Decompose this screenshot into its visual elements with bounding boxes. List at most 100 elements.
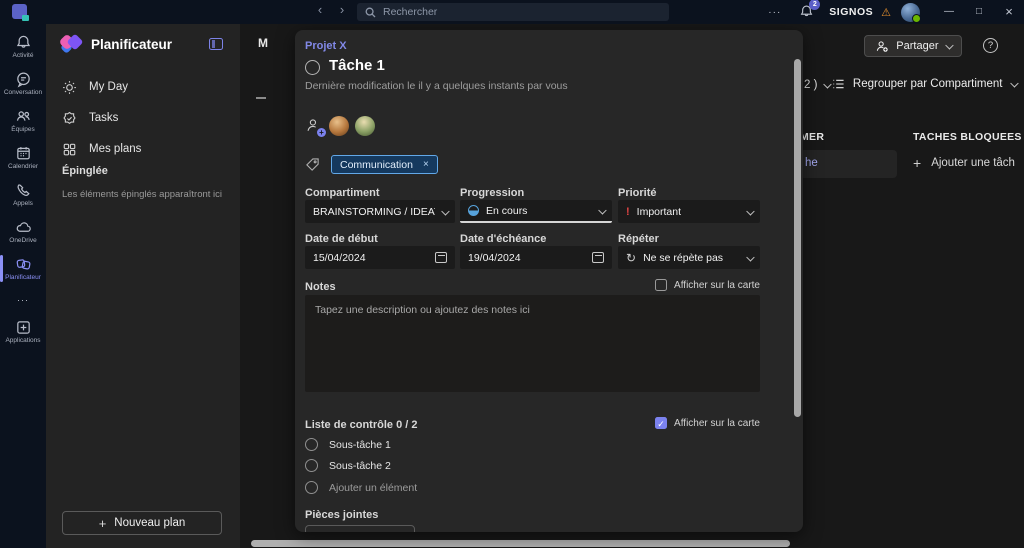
chevron-down-icon — [945, 41, 953, 49]
rail-item-chat[interactable]: Conversation — [0, 65, 46, 102]
plus-icon: + — [913, 155, 921, 171]
repeat-label: Répéter — [618, 233, 760, 245]
progress-in-progress-icon — [468, 205, 479, 216]
teams-window: ‹ › Rechercher ··· 2 SIGNOS ⚠ — □ × Acti… — [0, 0, 1024, 548]
phone-icon — [15, 182, 32, 199]
checkbox-unchecked-icon[interactable] — [655, 279, 667, 291]
due-date-input[interactable]: 19/04/2024 — [460, 246, 612, 269]
add-task-button[interactable]: + Ajouter une tâch — [913, 155, 1015, 171]
checklist-item[interactable]: Sous-tâche 1 — [305, 438, 391, 451]
share-person-icon — [875, 40, 889, 53]
person-icon — [305, 117, 322, 134]
remove-tag-icon[interactable]: × — [423, 159, 429, 170]
rail-item-teams[interactable]: Équipes — [0, 102, 46, 139]
new-plan-button[interactable]: + Nouveau plan — [62, 511, 222, 535]
rail-item-calendar[interactable]: Calendrier — [0, 139, 46, 176]
sun-icon — [62, 80, 77, 95]
chevron-down-icon — [598, 206, 606, 214]
maximize-button[interactable]: □ — [964, 0, 994, 24]
sidebar-item-my-day[interactable]: My Day — [46, 74, 240, 100]
radio-unchecked-icon[interactable] — [305, 459, 318, 472]
warning-icon[interactable]: ⚠ — [881, 6, 891, 19]
checklist-add-item[interactable]: Ajouter un élément — [305, 481, 417, 494]
calendar-icon — [15, 145, 32, 162]
close-button[interactable]: × — [994, 0, 1024, 24]
task-detail-dialog: Projet X Tâche 1 Dernière modification l… — [295, 30, 803, 532]
planner-icon — [15, 256, 32, 273]
assignee-avatar[interactable] — [329, 116, 349, 136]
rail-item-apps[interactable]: Applications — [0, 313, 46, 350]
assignee-avatar[interactable] — [355, 116, 375, 136]
rail-more-apps[interactable]: ··· — [0, 287, 46, 313]
horizontal-scrollbar[interactable] — [251, 540, 790, 547]
pinned-empty-text: Les éléments épinglés apparaîtront ici — [62, 189, 222, 200]
task-check-icon — [62, 111, 77, 126]
cloud-icon — [15, 219, 32, 236]
notifications-icon[interactable]: 2 — [799, 4, 815, 20]
help-icon[interactable]: ? — [983, 38, 998, 53]
chevron-down-icon — [746, 207, 754, 215]
user-avatar[interactable] — [901, 3, 920, 22]
progress-select[interactable]: En cours — [460, 200, 612, 223]
plan-link[interactable]: Projet X — [305, 40, 347, 52]
add-attachment-button[interactable] — [305, 525, 415, 532]
start-date-input[interactable]: 15/04/2024 — [305, 246, 455, 269]
repeat-select[interactable]: ↻ Ne se répète pas — [618, 246, 760, 269]
rail-item-activity[interactable]: Activité — [0, 28, 46, 65]
assign-person-button[interactable] — [305, 117, 323, 135]
rail-item-planner[interactable]: Planificateur — [0, 250, 46, 287]
board-title-fragment: M — [258, 36, 268, 50]
calendar-icon — [435, 252, 447, 263]
chevron-down-icon — [824, 80, 832, 88]
priority-select[interactable]: ! Important — [618, 200, 760, 223]
checkbox-checked-icon[interactable]: ✓ — [655, 417, 667, 429]
notes-show-on-card-checkbox[interactable]: Afficher sur la carte — [655, 279, 760, 291]
repeat-icon: ↻ — [626, 252, 636, 264]
start-date-label: Date de début — [305, 233, 455, 245]
share-button[interactable]: Partager — [864, 35, 962, 57]
bucket-label: Compartiment — [305, 187, 455, 199]
notes-textarea[interactable]: Tapez une description ou ajoutez des not… — [305, 295, 760, 392]
bucket-select[interactable]: BRAINSTORMING / IDEATI... — [305, 200, 455, 223]
add-task-field-fragment[interactable]: he — [800, 150, 897, 178]
chat-icon — [15, 71, 32, 88]
label-tag-communication[interactable]: Communication × — [331, 155, 438, 174]
more-options-icon[interactable]: ··· — [768, 7, 781, 18]
planner-sidebar: Planificateur My Day Tasks Mes plans Épi… — [46, 24, 240, 548]
collapse-pane-icon[interactable] — [209, 38, 223, 50]
radio-unchecked-icon[interactable] — [305, 438, 318, 451]
radio-unchecked-icon — [305, 481, 318, 494]
column-header-blocked-tasks: TACHES BLOQUEES — [913, 131, 1022, 143]
rail-item-calls[interactable]: Appels — [0, 176, 46, 213]
minimize-button[interactable]: — — [934, 0, 964, 24]
task-complete-circle[interactable] — [305, 60, 320, 75]
search-input[interactable]: Rechercher — [357, 3, 669, 21]
priority-important-icon: ! — [626, 206, 630, 218]
tag-icon — [305, 157, 320, 172]
last-modified-text: Dernière modification le il y a quelques… — [305, 80, 568, 92]
forward-button[interactable]: › — [334, 2, 350, 17]
priority-label: Priorité — [618, 187, 760, 199]
plus-box-icon — [15, 319, 32, 336]
sidebar-item-my-plans[interactable]: Mes plans — [46, 136, 240, 162]
back-button[interactable]: ‹ — [312, 2, 328, 17]
chevron-down-icon — [746, 253, 754, 261]
rail-item-onedrive[interactable]: OneDrive — [0, 213, 46, 250]
search-icon — [365, 7, 376, 18]
checklist-label: Liste de contrôle 0 / 2 — [305, 419, 417, 431]
checklist-item[interactable]: Sous-tâche 2 — [305, 459, 391, 472]
people-icon — [15, 108, 32, 125]
dialog-scrollbar[interactable] — [794, 59, 801, 417]
group-by-control[interactable]: Regrouper par Compartiment — [832, 78, 1016, 90]
sidebar-item-tasks[interactable]: Tasks — [46, 105, 240, 131]
search-placeholder: Rechercher — [383, 6, 437, 18]
attachments-label: Pièces jointes — [305, 509, 378, 521]
chevron-down-icon — [1010, 79, 1018, 87]
account-name[interactable]: SIGNOS — [829, 6, 873, 18]
title-bar: ‹ › Rechercher ··· 2 SIGNOS ⚠ — □ × — [0, 0, 1024, 24]
board-dash-fragment — [256, 97, 266, 99]
task-title[interactable]: Tâche 1 — [329, 57, 385, 74]
pinned-section-title: Épinglée — [62, 165, 108, 177]
checklist-show-on-card-checkbox[interactable]: ✓ Afficher sur la carte — [655, 417, 760, 429]
notes-label: Notes — [305, 281, 336, 293]
